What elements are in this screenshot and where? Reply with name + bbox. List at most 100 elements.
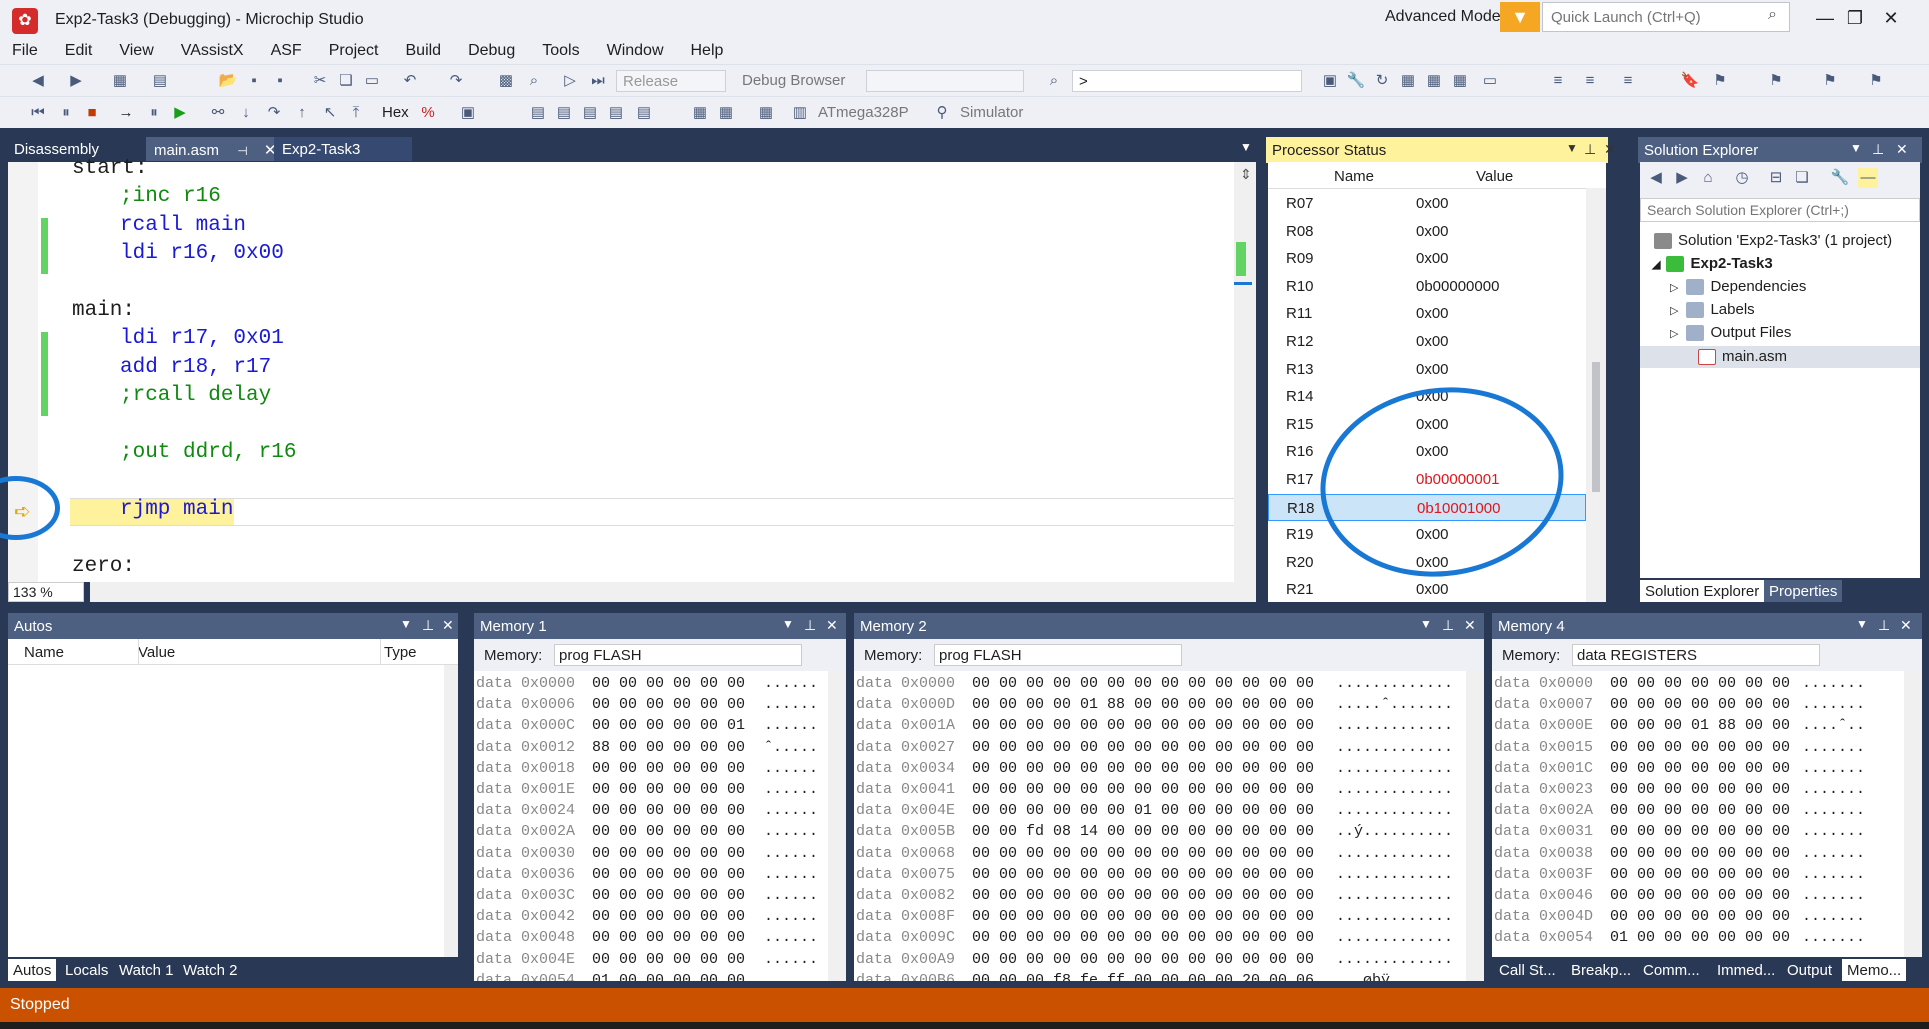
- pin-icon[interactable]: ⊥: [1878, 617, 1890, 634]
- memory-ascii[interactable]: .............: [1336, 715, 1453, 736]
- tab-main-asm[interactable]: main.asm ⊣ ✕: [146, 137, 280, 161]
- memory-bytes[interactable]: 00 00 00 00 00 00 00: [1610, 673, 1790, 694]
- memory-ascii[interactable]: ...øþÿ.... ..: [1336, 970, 1453, 981]
- memory-bytes[interactable]: 00 00 00 00 00 00: [592, 906, 745, 927]
- hex-display-button[interactable]: Hex: [382, 104, 409, 121]
- memory-bytes[interactable]: 00 00 00 00 00 00 01 00 00 00 00 00 00: [972, 800, 1314, 821]
- preview-icon[interactable]: —: [1858, 168, 1878, 188]
- add-item-icon[interactable]: ▤: [150, 71, 170, 91]
- find-in-files-icon[interactable]: ⌕: [1044, 71, 1064, 91]
- tab-breakpoints[interactable]: Breakp...: [1566, 959, 1636, 981]
- pin-icon[interactable]: ⊥: [1442, 617, 1454, 634]
- tree-folder-labels[interactable]: ▷ Labels: [1670, 301, 1755, 319]
- memory-bytes[interactable]: 00 00 00 00 00 00: [592, 927, 745, 948]
- memory-ascii[interactable]: .............: [1336, 673, 1453, 694]
- memory-bytes[interactable]: 01 00 00 00 00 00: [592, 970, 745, 981]
- dropdown-icon[interactable]: ▼: [1850, 141, 1862, 155]
- memory-ascii[interactable]: .......: [1802, 779, 1865, 800]
- step-out-icon[interactable]: ↑: [292, 103, 312, 123]
- step-into-icon[interactable]: ↓: [236, 103, 256, 123]
- column-value[interactable]: Value: [138, 644, 175, 661]
- console-icon[interactable]: ▭: [1480, 71, 1500, 91]
- memory-ascii[interactable]: .......: [1802, 885, 1865, 906]
- register-row[interactable]: R11 0x00: [1268, 300, 1586, 327]
- device-programming-icon[interactable]: ▣: [1320, 71, 1340, 91]
- zoom-level[interactable]: 133 %: [8, 582, 84, 602]
- save-icon[interactable]: ▪: [244, 71, 264, 91]
- registers-icon[interactable]: ▤: [554, 103, 574, 123]
- restore-icon[interactable]: ❐: [1840, 6, 1870, 30]
- memory-bytes[interactable]: 00 00 00 00 00 00 00 00 00 00 00 00 00: [972, 779, 1314, 800]
- memory-ascii[interactable]: ......: [764, 970, 818, 981]
- tree-folder-output-files[interactable]: ▷ Output Files: [1670, 324, 1791, 342]
- memory-ascii[interactable]: ......: [764, 843, 818, 864]
- memory-ascii[interactable]: ......: [764, 758, 818, 779]
- memory-bytes[interactable]: 00 00 00 00 00 00 00: [1610, 821, 1790, 842]
- memory-bytes[interactable]: 00 00 00 00 00 00 00 00 00 00 00 00 00: [972, 673, 1314, 694]
- memory-bytes[interactable]: 00 00 00 00 00 00 00 00 00 00 00 00 00: [972, 906, 1314, 927]
- open-folder-icon[interactable]: 📂: [218, 71, 238, 91]
- memory-ascii[interactable]: ......: [764, 927, 818, 948]
- register-value[interactable]: 0x00: [1416, 581, 1449, 598]
- menu-help[interactable]: Help: [691, 40, 724, 64]
- memory-ascii[interactable]: .............: [1336, 779, 1453, 800]
- tool-icon[interactable]: ▦: [716, 103, 736, 123]
- memory-ascii[interactable]: .....ˆ.......: [1336, 694, 1453, 715]
- memory-bytes[interactable]: 88 00 00 00 00 00: [592, 737, 745, 758]
- memory-ascii[interactable]: ......: [764, 673, 818, 694]
- cut-icon[interactable]: ✂: [310, 71, 330, 91]
- collapsed-icon[interactable]: ▷: [1670, 305, 1678, 317]
- memory-ascii[interactable]: .............: [1336, 906, 1453, 927]
- debug-tool-name[interactable]: Simulator: [960, 104, 1023, 121]
- tab-autos[interactable]: Autos: [8, 959, 57, 981]
- expanded-icon[interactable]: ◢: [1652, 259, 1660, 271]
- menu-tools[interactable]: Tools: [542, 40, 579, 64]
- memory-bytes[interactable]: 00 00 00 00 00 00 00: [1610, 906, 1790, 927]
- tab-memory[interactable]: Memo...: [1842, 959, 1907, 981]
- memory-bytes[interactable]: 00 00 00 00 00 00: [592, 694, 745, 715]
- memory-bytes[interactable]: 00 00 00 00 00 00 00 00 00 00 00 00 00: [972, 737, 1314, 758]
- memory-ascii[interactable]: ......: [764, 821, 818, 842]
- pin-icon[interactable]: ⊥: [1584, 141, 1596, 158]
- memory-ascii[interactable]: .......: [1802, 906, 1865, 927]
- forward-icon[interactable]: ▶: [66, 71, 86, 91]
- memory-bytes[interactable]: 00 00 00 00 00 00 00: [1610, 843, 1790, 864]
- paste-icon[interactable]: ▭: [362, 71, 382, 91]
- pin-icon[interactable]: ⊣: [237, 144, 247, 158]
- start-without-debug-icon[interactable]: ▷: [560, 71, 580, 91]
- disable-breakpoints-icon[interactable]: ⚯: [208, 103, 228, 123]
- debug-browser-button[interactable]: Debug Browser: [742, 72, 845, 89]
- copy-icon[interactable]: ❏: [1792, 168, 1812, 188]
- menu-window[interactable]: Window: [607, 40, 664, 64]
- chip-icon[interactable]: ▦: [1398, 71, 1418, 91]
- memory-view-icon[interactable]: ▤: [528, 103, 548, 123]
- memory-ascii[interactable]: ....ˆ..: [1802, 715, 1865, 736]
- dropdown-icon[interactable]: ▼: [1856, 617, 1868, 631]
- menu-file[interactable]: File: [12, 40, 38, 64]
- memory-bytes[interactable]: 00 00 00 00 00 00 00 00 00 00 00 00 00: [972, 949, 1314, 970]
- memory-ascii[interactable]: .......: [1802, 673, 1865, 694]
- find-box[interactable]: >: [1072, 70, 1302, 92]
- editor-vertical-scrollbar[interactable]: [1234, 162, 1256, 582]
- continue-icon[interactable]: ▶: [170, 103, 190, 123]
- memory-bytes[interactable]: 00 00 00 00 00 00 00: [1610, 737, 1790, 758]
- code-editor[interactable]: ➪ start: ;inc r16 rcall main ldi r16, 0x00 m…: [8, 157, 1256, 582]
- comment-icon[interactable]: ≡: [1618, 71, 1638, 91]
- chip-icon[interactable]: ▥: [790, 103, 810, 123]
- tab-exp2-task3[interactable]: Exp2-Task3: [274, 137, 412, 161]
- memory-ascii[interactable]: .......: [1802, 737, 1865, 758]
- memory-bytes[interactable]: 00 00 00 00 00 00: [592, 864, 745, 885]
- pin-icon[interactable]: ⊥: [804, 617, 816, 634]
- indent-icon[interactable]: ≡: [1548, 71, 1568, 91]
- register-value[interactable]: 0x00: [1416, 195, 1449, 212]
- register-row[interactable]: R09 0x00: [1268, 245, 1586, 272]
- close-icon[interactable]: ✕: [826, 617, 838, 634]
- memory-bytes[interactable]: 00 00 00 f8 fe ff 00 00 00 00 20 00 06: [972, 970, 1314, 981]
- board-icon[interactable]: ▦: [1424, 71, 1444, 91]
- close-icon[interactable]: ✕: [1464, 617, 1476, 634]
- column-type[interactable]: Type: [384, 644, 417, 661]
- register-value[interactable]: 0b00000000: [1416, 278, 1499, 295]
- redo-icon[interactable]: ↷: [446, 71, 466, 91]
- windows-icon[interactable]: ▣: [458, 103, 478, 123]
- memory-space-select[interactable]: prog FLASH: [554, 644, 802, 666]
